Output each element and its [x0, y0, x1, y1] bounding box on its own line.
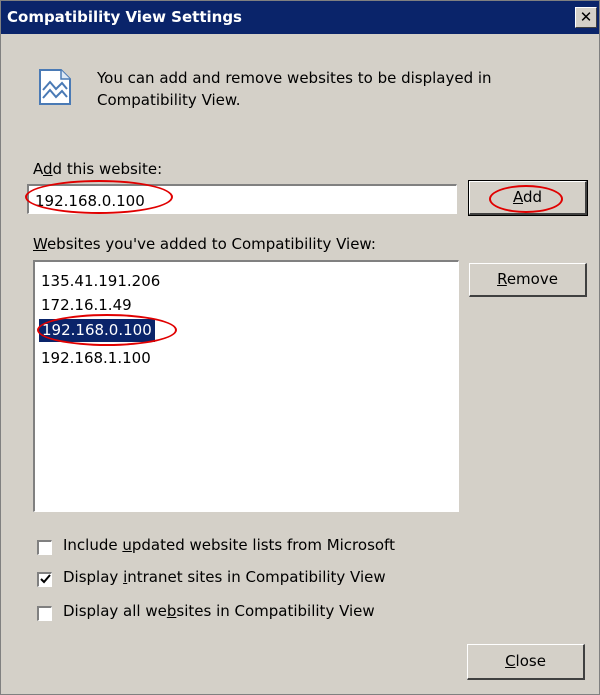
websites-listbox[interactable]: 135.41.191.206 172.16.1.49 192.168.0.100…: [33, 260, 459, 512]
option-2-mnemonic: b: [166, 602, 177, 620]
close-icon[interactable]: ✕: [575, 7, 597, 28]
compatibility-view-dialog: Compatibility View Settings ✕ You can ad…: [0, 0, 600, 695]
option-0-after: pdated website lists from Microsoft: [131, 536, 395, 554]
info-text: You can add and remove websites to be di…: [97, 69, 492, 109]
add-label-before: A: [33, 160, 43, 178]
display-all-websites-checkbox[interactable]: [37, 606, 52, 621]
remove-button-mnemonic: R: [497, 270, 507, 288]
display-intranet-label[interactable]: Display intranet sites in Compatibility …: [63, 568, 386, 586]
compatibility-view-icon: [39, 69, 71, 105]
title-bar[interactable]: Compatibility View Settings ✕: [1, 1, 599, 34]
remove-button[interactable]: Remove: [469, 263, 587, 297]
list-item[interactable]: 135.41.191.206: [41, 270, 160, 293]
add-website-input[interactable]: 192.168.0.100: [27, 184, 457, 214]
close-button-mnemonic: C: [505, 652, 516, 670]
list-item[interactable]: 172.16.1.49: [41, 294, 132, 317]
list-item[interactable]: 192.168.1.100: [41, 347, 151, 370]
list-label-after: ebsites you've added to Compatibility Vi…: [46, 235, 376, 253]
checkmark-icon: [39, 574, 51, 584]
option-0-mnemonic: u: [122, 536, 132, 554]
display-all-websites-label[interactable]: Display all websites in Compatibility Vi…: [63, 602, 375, 620]
display-intranet-checkbox[interactable]: [37, 572, 52, 587]
add-label-after: d this website:: [52, 160, 163, 178]
close-button[interactable]: Close: [467, 644, 585, 680]
include-updated-lists-checkbox[interactable]: [37, 540, 52, 555]
option-0-before: Include: [63, 536, 123, 554]
option-1-after: ntranet sites in Compatibility View: [127, 568, 386, 586]
websites-list-label: Websites you've added to Compatibility V…: [33, 235, 376, 253]
list-item-selected[interactable]: 192.168.0.100: [39, 319, 155, 342]
option-2-after: sites in Compatibility View: [176, 602, 375, 620]
remove-button-rest: emove: [506, 270, 558, 288]
add-website-label: Add this website:: [33, 160, 162, 178]
list-label-mnemonic: W: [33, 235, 47, 253]
add-button-rest: dd: [522, 188, 543, 206]
close-button-rest: lose: [515, 652, 546, 670]
add-button[interactable]: Add: [468, 180, 588, 216]
include-updated-lists-label[interactable]: Include updated website lists from Micro…: [63, 536, 395, 554]
add-button-mnemonic: A: [512, 188, 523, 206]
option-2-before: Display all we: [63, 602, 167, 620]
option-1-before: Display: [63, 568, 124, 586]
add-label-mnemonic: d: [43, 160, 53, 178]
window-title: Compatibility View Settings: [7, 8, 242, 26]
